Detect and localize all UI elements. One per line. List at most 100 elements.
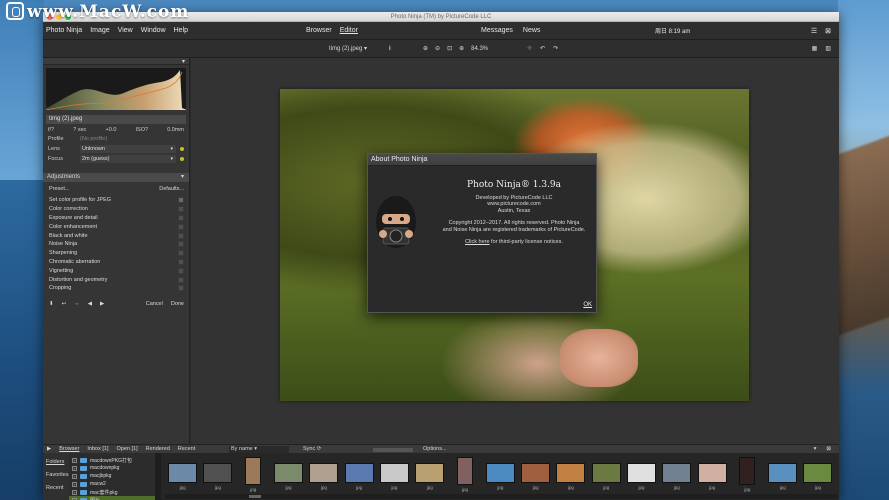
thumbnail-item[interactable]: jpg (624, 457, 659, 497)
adjustment-item[interactable]: Distortion and geometry (49, 275, 184, 284)
focus-select[interactable]: 2m (guess) (80, 155, 176, 163)
sidebar-item-favorites[interactable]: Favorites (46, 469, 69, 482)
thumbnail-item[interactable]: jpg (553, 457, 588, 497)
compare-icon[interactable]: ⇔ (74, 301, 80, 307)
zoom-in-icon[interactable]: ⊕ (423, 45, 428, 52)
thumbnail-item[interactable]: jpg (800, 457, 835, 497)
thumbnail-item[interactable]: jpg (730, 457, 765, 497)
rotate-right-icon[interactable]: ↷ (553, 45, 558, 52)
menu-photo-ninja[interactable]: Photo Ninja (46, 27, 82, 34)
next-icon[interactable]: ▶ (100, 301, 104, 307)
tab-rendered[interactable]: Rendered (146, 446, 170, 452)
menu-window[interactable]: Window (141, 27, 166, 34)
adjustment-item[interactable]: Sharpening (49, 249, 184, 258)
adjustment-item[interactable]: Vignetting (49, 266, 184, 275)
thumbnail-item[interactable]: jpg (377, 457, 412, 497)
adjustment-checkbox[interactable] (178, 250, 184, 257)
adjustment-item[interactable]: Color enhancement (49, 222, 184, 231)
layout-menu-icon[interactable]: ☰ (811, 27, 817, 35)
news-link[interactable]: News (523, 27, 541, 34)
thumbnail-item[interactable]: jpg (236, 457, 271, 497)
tab-open[interactable]: Open [1] (117, 446, 138, 452)
messages-link[interactable]: Messages (481, 27, 513, 34)
adjustment-checkbox[interactable] (178, 223, 184, 230)
thumbnail-item[interactable]: jpg (271, 457, 306, 497)
adjustment-checkbox[interactable] (178, 206, 184, 213)
fit-to-window-icon[interactable]: ⊡ (447, 45, 452, 52)
thumbnail-item[interactable]: jpg (447, 457, 482, 497)
thumbnail-item[interactable]: jpg (165, 457, 200, 497)
sidebar-item-recent[interactable]: Recent (46, 482, 69, 495)
collapse-icon[interactable]: ▶ (47, 446, 51, 452)
adjustment-checkbox[interactable] (178, 214, 184, 221)
scrollbar-knob[interactable] (249, 495, 261, 498)
thumbnail-item[interactable]: jpg (659, 457, 694, 497)
image-canvas[interactable]: About Photo Ninja Photo Ninja® 1.3.9a De… (191, 58, 839, 444)
preset-button[interactable]: Preset... (49, 186, 69, 192)
menu-view[interactable]: View (118, 27, 133, 34)
cancel-button[interactable]: Cancel (146, 301, 163, 307)
adjustment-item[interactable]: Color correction (49, 205, 184, 214)
rotate-left-icon[interactable]: ↶ (540, 45, 545, 52)
adjustment-checkbox[interactable] (178, 267, 184, 274)
sidebar-item-folders[interactable]: Folders (46, 456, 69, 469)
expand-icon[interactable]: + (72, 457, 77, 463)
defaults-button[interactable]: Defaults... (159, 186, 184, 192)
folder-item[interactable]: + macdownPKG打包 (69, 456, 155, 464)
pin-icon[interactable]: ▾ (181, 173, 184, 182)
adjustment-item[interactable]: Exposure and detail (49, 214, 184, 223)
folder-item[interactable]: +图片 (69, 496, 155, 500)
grid-view-icon[interactable]: ▦ (812, 45, 818, 52)
adjustments-header[interactable]: Adjustments ▾ (43, 173, 189, 182)
menu-help[interactable]: Help (174, 27, 188, 34)
adjustment-item[interactable]: Set color profile for JPEG (49, 196, 184, 205)
menu-image[interactable]: Image (90, 27, 109, 34)
adjustment-checkbox[interactable] (178, 285, 184, 292)
thumbnail-item[interactable]: jpg (412, 457, 447, 497)
previous-icon[interactable]: ◀ (88, 301, 92, 307)
thumbnail-item[interactable]: jpg (589, 457, 624, 497)
sync-button[interactable]: Sync ⟳ (303, 446, 321, 452)
ok-button[interactable]: OK (583, 302, 592, 308)
adjustment-checkbox[interactable] (178, 197, 184, 204)
adjustment-checkbox[interactable] (178, 232, 184, 239)
tab-recent[interactable]: Recent (178, 446, 195, 452)
download-icon[interactable]: ⬇ (49, 301, 54, 307)
adjustment-item[interactable]: Chromatic aberration (49, 258, 184, 267)
close-panel-icon[interactable]: ⊠ (825, 27, 831, 35)
expand-icon[interactable]: + (72, 473, 77, 479)
folder-scrollbar[interactable] (155, 453, 161, 500)
thumbnail-item[interactable]: jpg (518, 457, 553, 497)
expand-icon[interactable]: + (72, 489, 77, 495)
folder-item[interactable]: + macjbpkg (69, 472, 155, 480)
thumbnail-item[interactable]: jpg (694, 457, 729, 497)
sort-select[interactable]: By name ▾ (229, 445, 289, 453)
adjustment-checkbox[interactable] (178, 241, 184, 248)
mode-browser[interactable]: Browser (306, 27, 332, 34)
expand-icon[interactable]: + (72, 465, 77, 471)
adjustment-item[interactable]: Black and white (49, 231, 184, 240)
thumbnail-scrollbar[interactable] (165, 494, 837, 499)
adjustment-item[interactable]: Cropping (49, 284, 184, 293)
folder-item[interactable]: + macdownpkg (69, 464, 155, 472)
thumbnail-item[interactable]: jpg (200, 457, 235, 497)
thumbnail-item[interactable]: jpg (483, 457, 518, 497)
thumbnail-item[interactable]: jpg (765, 457, 800, 497)
zoom-out-icon[interactable]: ⊖ (435, 45, 440, 52)
adjustment-checkbox[interactable] (178, 258, 184, 265)
pin-icon[interactable]: ▾ (814, 446, 817, 452)
thumbnail-size-slider[interactable] (373, 447, 413, 452)
tab-inbox[interactable]: Inbox [1] (87, 446, 108, 452)
folder-item[interactable]: + macw2 (69, 480, 155, 488)
zoom-level-icon[interactable]: ⊕ (459, 45, 464, 52)
license-link[interactable]: Click here (465, 239, 489, 245)
close-browser-icon[interactable]: ⊠ (826, 446, 831, 452)
done-button[interactable]: Done (171, 301, 184, 307)
tab-browser[interactable]: Browser (59, 446, 79, 452)
pin-icon[interactable]: ▾ (182, 58, 185, 65)
mode-editor[interactable]: Editor (340, 27, 358, 34)
file-selector[interactable]: timg (2).jpeg ▾ (329, 45, 367, 52)
adjustment-checkbox[interactable] (178, 276, 184, 283)
lens-select[interactable]: Unknown (80, 145, 176, 153)
pan-icon[interactable]: ✥ (527, 45, 532, 52)
